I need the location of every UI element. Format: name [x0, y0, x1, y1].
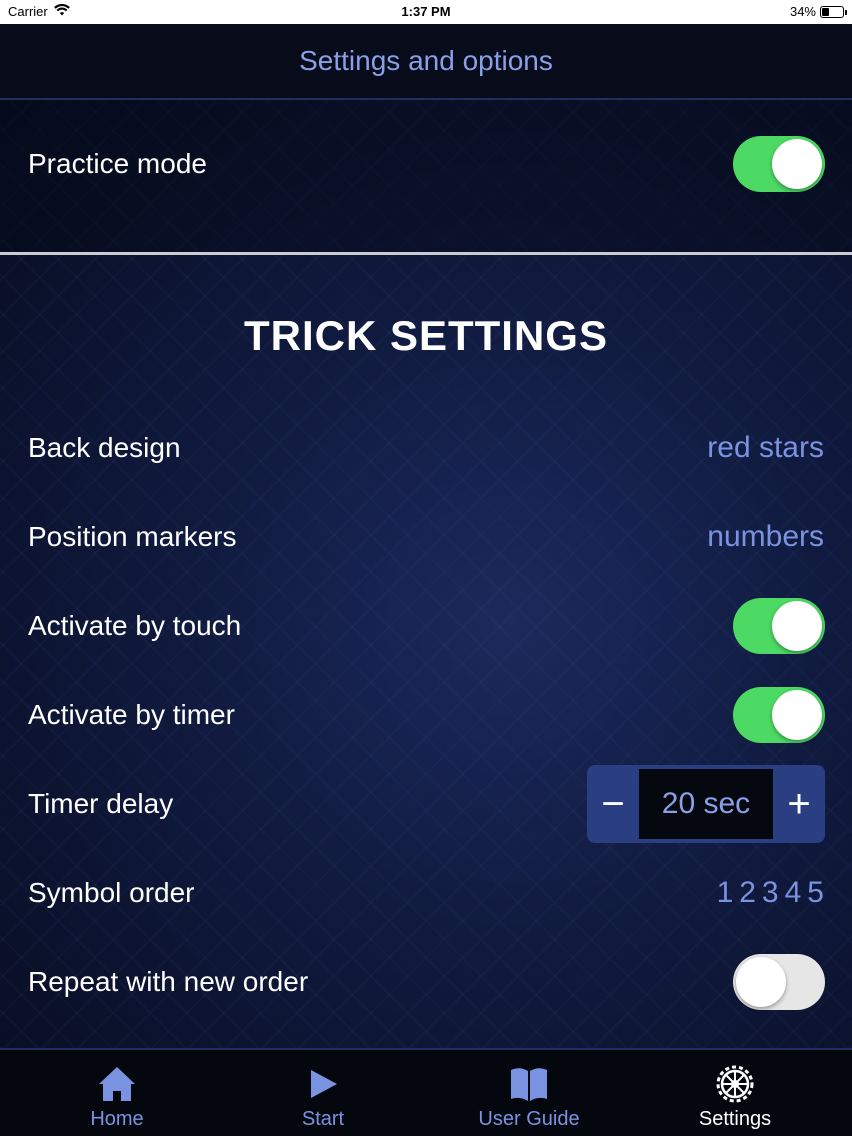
practice-mode-label: Practice mode: [28, 148, 207, 179]
tab-label: User Guide: [478, 1108, 580, 1130]
back-design-value[interactable]: red stars: [707, 431, 824, 465]
tab-user-guide[interactable]: User Guide: [429, 1050, 629, 1136]
timer-delay-label: Timer delay: [28, 788, 174, 819]
book-icon: [509, 1064, 549, 1104]
toggle-knob: [736, 957, 786, 1007]
status-bar: Carrier 1:37 PM 34%: [0, 0, 852, 24]
decrement-button[interactable]: −: [587, 765, 639, 843]
settings-content[interactable]: Practice mode TRICK SETTINGS Back design…: [0, 100, 852, 1048]
tab-start[interactable]: Start: [223, 1050, 423, 1136]
tab-label: Home: [90, 1108, 144, 1130]
timer-delay-stepper: − 20 sec +: [587, 765, 825, 843]
toggle-knob: [772, 690, 822, 740]
activate-timer-row: Activate by timer: [0, 685, 852, 745]
symbol-order-value[interactable]: 12345: [717, 876, 830, 910]
activate-touch-row: Activate by touch: [0, 596, 852, 656]
activate-timer-label: Activate by timer: [28, 699, 235, 730]
home-icon: [97, 1064, 137, 1104]
repeat-order-label: Repeat with new order: [28, 966, 309, 997]
section-divider: [0, 252, 852, 255]
gear-icon: [715, 1064, 755, 1104]
status-time: 1:37 PM: [401, 4, 451, 19]
position-markers-row[interactable]: Position markers numbers: [0, 507, 852, 567]
battery-percent: 34%: [789, 4, 816, 19]
tab-home[interactable]: Home: [17, 1050, 217, 1136]
timer-delay-row: Timer delay − 20 sec +: [0, 765, 852, 843]
back-design-row[interactable]: Back design red stars: [0, 418, 852, 478]
activate-touch-label: Activate by touch: [28, 610, 242, 641]
section-heading: TRICK SETTINGS: [243, 312, 608, 359]
toggle-knob: [772, 139, 822, 189]
tab-bar: Home Start User Guide Settings: [0, 1048, 852, 1136]
increment-button[interactable]: +: [773, 765, 825, 843]
tab-label: Start: [301, 1108, 345, 1130]
repeat-order-row: Repeat with new order: [0, 952, 852, 1012]
position-markers-label: Position markers: [28, 521, 237, 552]
activate-touch-toggle[interactable]: [733, 598, 825, 654]
practice-mode-toggle[interactable]: [733, 136, 825, 192]
nav-bar: Settings and options: [0, 24, 852, 100]
status-right: 34%: [789, 4, 847, 19]
repeat-order-toggle[interactable]: [733, 954, 825, 1010]
back-design-label: Back design: [28, 432, 181, 463]
tab-label: Settings: [698, 1108, 772, 1130]
timer-delay-value: 20 sec: [639, 769, 773, 839]
play-icon: [303, 1064, 343, 1104]
activate-timer-toggle[interactable]: [733, 687, 825, 743]
battery-icon: [820, 5, 847, 18]
page-title: Settings and options: [299, 45, 553, 76]
toggle-knob: [772, 601, 822, 651]
symbol-order-row[interactable]: Symbol order 12345: [0, 863, 852, 923]
symbol-order-label: Symbol order: [28, 877, 195, 908]
practice-mode-row: Practice mode: [0, 134, 852, 194]
position-markers-value[interactable]: numbers: [707, 520, 824, 554]
tab-settings[interactable]: Settings: [635, 1050, 835, 1136]
